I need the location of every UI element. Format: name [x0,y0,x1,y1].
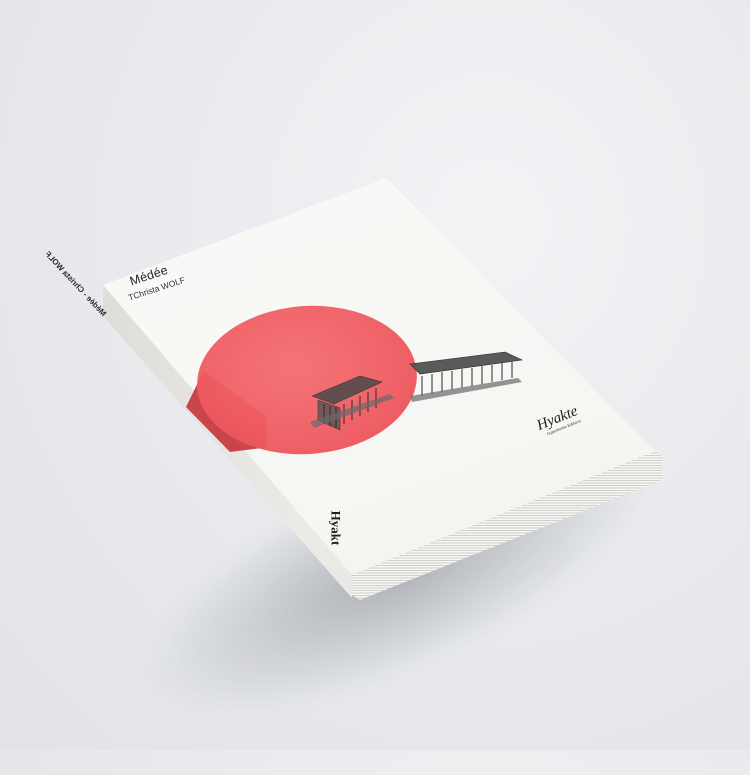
spine-publisher-logo: Hyakt [328,510,344,546]
spine-title-author: Médée - Christa WOLF [43,249,109,319]
book-mockup-scene: Médée TChrista WOLF Médée - Christa WOLF… [0,0,750,775]
greek-temple-illustration [310,351,524,431]
